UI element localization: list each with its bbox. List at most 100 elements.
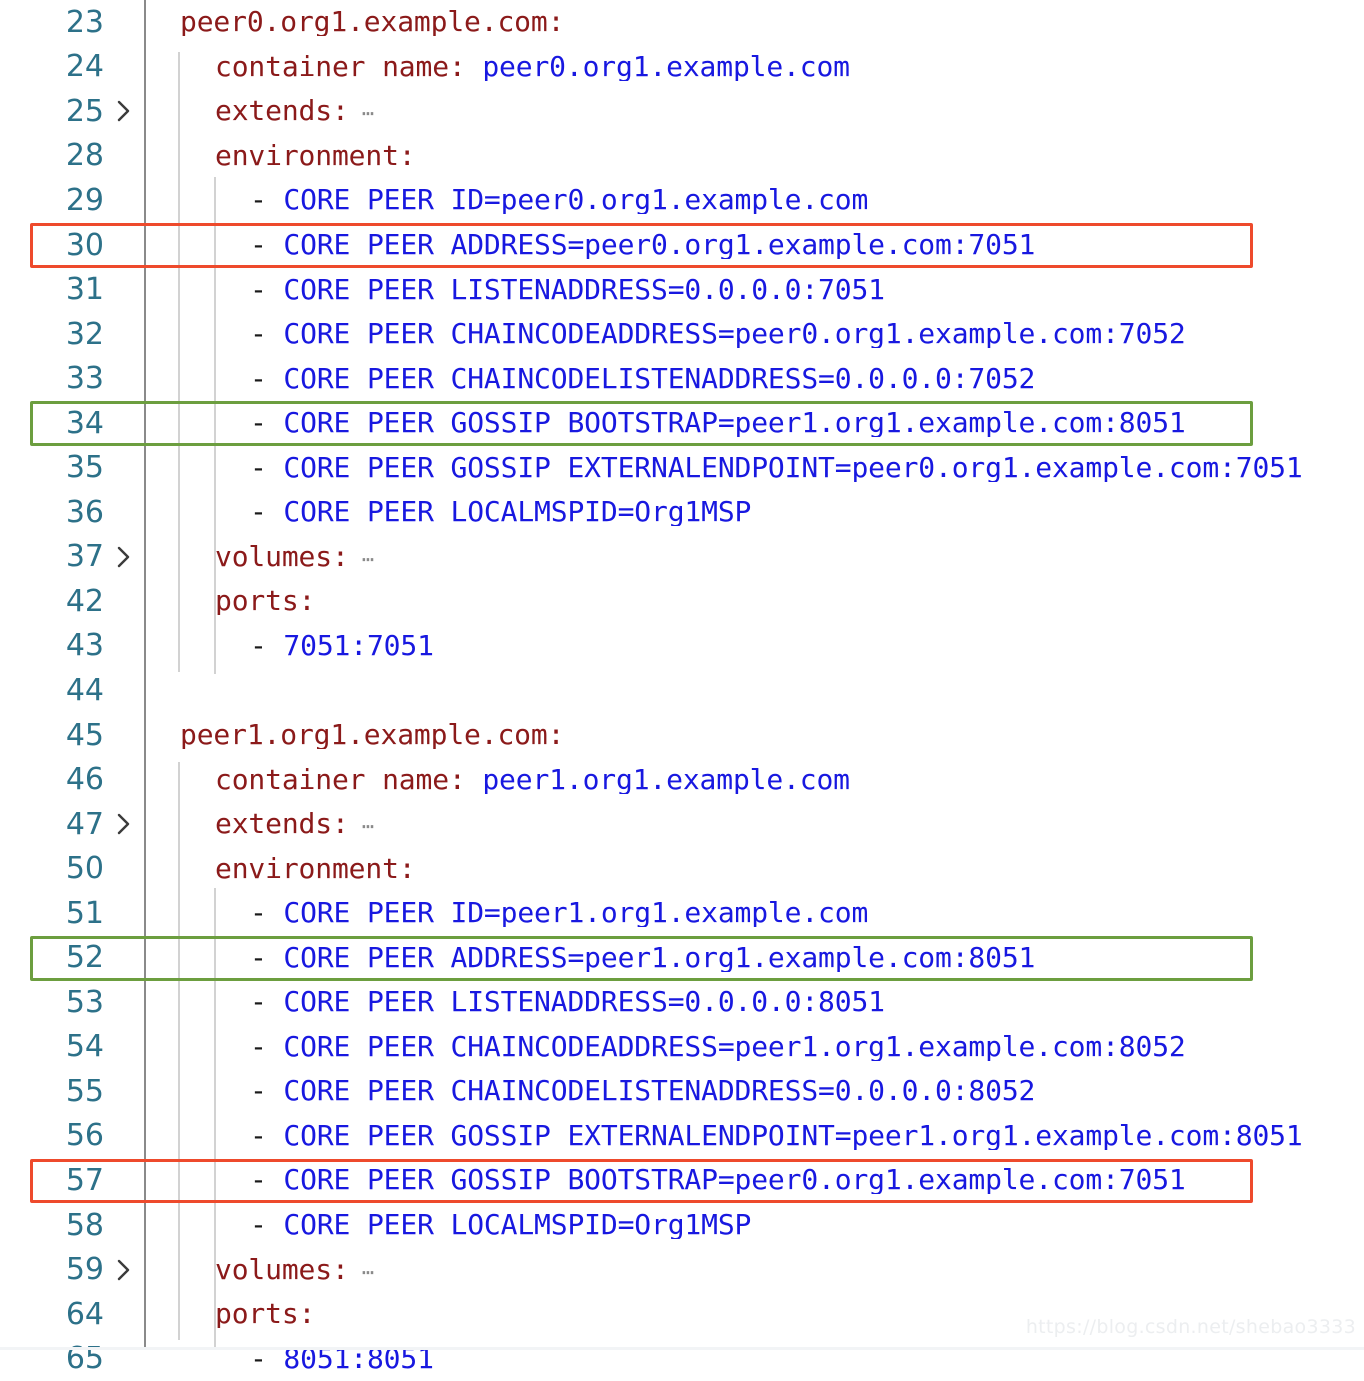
code-token-p: : [448,765,483,794]
code-line-text: volumes: ⋯ [144,543,1364,571]
line-number: 56 [65,1118,104,1154]
code-line-text: - CORE_PEER_LOCALMSPID=Org1MSP [144,498,1364,526]
line-number: 46 [65,762,104,798]
line-number: 23 [65,4,104,40]
code-line-row[interactable]: 37 volumes: ⋯ [0,535,1364,580]
code-line-row[interactable]: 35 - CORE_PEER_GOSSIP_EXTERNALENDPOINT=pe… [0,445,1364,490]
code-token-v: CORE_PEER_CHAINCODEADDRESS=peer0.org1.ex… [283,320,1186,349]
code-line-row[interactable]: 45 peer1.org1.example.com: [0,713,1364,758]
code-line-row[interactable]: 24 container_name: peer0.org1.example.com [0,45,1364,90]
code-token-v: CORE_PEER_CHAINCODELISTENADDRESS=0.0.0.0… [283,364,1036,393]
code-line-text: environment: [144,142,1364,170]
code-line-text: - 7051:7051 [144,632,1364,660]
code-token-k: extends [215,810,332,839]
line-number: 55 [65,1073,104,1109]
code-editor-view[interactable]: 23 peer0.org1.example.com: 24 container_nam… [0,0,1364,1376]
line-number: 29 [65,182,104,218]
code-token-p: : [298,587,316,616]
code-token-dash: - [250,453,284,482]
code-line-row[interactable]: 54 - CORE_PEER_CHAINCODEADDRESS=peer1.org… [0,1025,1364,1070]
code-token-k: peer0.org1.example.com [180,8,548,37]
code-token-k: volumes [215,542,332,571]
code-line-text: - CORE_PEER_GOSSIP_BOOTSTRAP=peer0.org1.… [144,1166,1364,1194]
line-number: 25 [65,93,104,129]
line-number: 37 [65,539,104,575]
code-line-row[interactable]: 65- 8051:8051 [0,1336,1364,1381]
code-line-row[interactable]: 32 - CORE_PEER_CHAINCODEADDRESS=peer0.org… [0,312,1364,357]
code-line-row[interactable]: 28 environment: [0,134,1364,179]
code-token-p: : [398,854,416,883]
code-token-dash: - [250,409,284,438]
code-token-p: : [331,810,349,839]
code-line-row[interactable]: 57 - CORE_PEER_GOSSIP_BOOTSTRAP=peer0.org… [0,1158,1364,1203]
code-token-v: CORE_PEER_LISTENADDRESS=0.0.0.0:8051 [283,988,885,1017]
code-token-dash: - [250,1077,284,1106]
code-token-ell: ⋯ [348,101,375,126]
code-line-row[interactable]: 51 - CORE_PEER_ID=peer1.org1.example.com [0,891,1364,936]
code-token-k: peer1.org1.example.com [180,721,548,750]
code-token-v: peer1.org1.example.com [482,765,850,794]
code-line-row[interactable]: 29 - CORE_PEER_ID=peer0.org1.example.com [0,178,1364,223]
code-line-text: environment: [144,855,1364,883]
code-line-row[interactable]: 50 environment: [0,846,1364,891]
code-line-row[interactable]: 42 ports: [0,579,1364,624]
code-line-row[interactable]: 25 extends: ⋯ [0,89,1364,134]
code-token-v: CORE_PEER_LOCALMSPID=Org1MSP [283,498,752,527]
code-token-k: ports [215,587,299,616]
code-line-row[interactable]: 47 extends: ⋯ [0,802,1364,847]
code-token-dash: - [250,1121,284,1150]
code-line-text: peer0.org1.example.com: [144,8,1364,36]
code-token-dash: - [250,943,284,972]
fold-chevron-right-icon[interactable] [104,544,144,570]
code-token-k: environment [215,854,399,883]
fold-chevron-right-icon[interactable] [104,98,144,124]
fold-chevron-right-icon[interactable] [104,1257,144,1283]
code-line-row[interactable]: 44 [0,668,1364,713]
code-line-row[interactable]: 56 - CORE_PEER_GOSSIP_EXTERNALENDPOINT=pe… [0,1114,1364,1159]
code-line-text: - CORE_PEER_CHAINCODELISTENADDRESS=0.0.0… [144,1077,1364,1105]
code-line-text: - CORE_PEER_CHAINCODEADDRESS=peer0.org1.… [144,320,1364,348]
code-line-text: peer1.org1.example.com: [144,721,1364,749]
code-line-row[interactable]: 52 - CORE_PEER_ADDRESS=peer1.org1.example… [0,935,1364,980]
line-number: 64 [65,1296,104,1332]
code-line-row[interactable]: 23 peer0.org1.example.com: [0,0,1364,45]
line-number: 52 [65,940,104,976]
line-number: 30 [65,227,104,263]
code-line-text: - CORE_PEER_ADDRESS=peer1.org1.example.c… [144,944,1364,972]
code-line-text: - CORE_PEER_LISTENADDRESS=0.0.0.0:7051 [144,276,1364,304]
line-number: 59 [65,1252,104,1288]
code-line-row[interactable]: 55 - CORE_PEER_CHAINCODELISTENADDRESS=0.0… [0,1069,1364,1114]
code-token-v: CORE_PEER_GOSSIP_EXTERNALENDPOINT=peer0.… [283,453,1303,482]
line-number: 36 [65,494,104,530]
line-number: 43 [65,628,104,664]
line-number: 35 [65,450,104,486]
code-token-dash: - [250,498,284,527]
code-line-row[interactable]: 30 - CORE_PEER_ADDRESS=peer0.org1.example… [0,223,1364,268]
code-line-row[interactable]: 33 - CORE_PEER_CHAINCODELISTENADDRESS=0.0… [0,356,1364,401]
code-line-text: - CORE_PEER_CHAINCODEADDRESS=peer1.org1.… [144,1033,1364,1061]
code-line-row[interactable]: 58 - CORE_PEER_LOCALMSPID=Org1MSP [0,1203,1364,1248]
code-line-text: - CORE_PEER_ADDRESS=peer0.org1.example.c… [144,231,1364,259]
code-line-row[interactable]: 34 - CORE_PEER_GOSSIP_BOOTSTRAP=peer1.org… [0,401,1364,446]
line-number: 51 [65,895,104,931]
fold-chevron-right-icon[interactable] [104,811,144,837]
code-line-row[interactable]: 59 volumes: ⋯ [0,1247,1364,1292]
code-token-dash: - [250,364,284,393]
code-token-k: extends [215,97,332,126]
code-token-dash: - [250,988,284,1017]
code-line-row[interactable]: 36 - CORE_PEER_LOCALMSPID=Org1MSP [0,490,1364,535]
code-line-row[interactable]: 43 - 7051:7051 [0,624,1364,669]
code-lines-container[interactable]: 23 peer0.org1.example.com: 24 container_nam… [0,0,1364,1381]
code-token-dash: - [250,1032,284,1061]
code-token-dash: - [250,231,284,259]
code-line-row[interactable]: 46 container_name: peer1.org1.example.com [0,757,1364,802]
line-number: 33 [65,361,104,397]
code-token-k: ports [215,1300,299,1329]
watermark-text: https://blog.csdn.net/shebao3333 [1025,1316,1356,1338]
code-token-dash: - [250,631,284,660]
line-number: 31 [65,272,104,308]
code-line-text: extends: ⋯ [144,97,1364,125]
code-line-row[interactable]: 31 - CORE_PEER_LISTENADDRESS=0.0.0.0:7051 [0,267,1364,312]
code-line-row[interactable]: 53 - CORE_PEER_LISTENADDRESS=0.0.0.0:8051 [0,980,1364,1025]
code-token-dash: - [250,1166,284,1195]
